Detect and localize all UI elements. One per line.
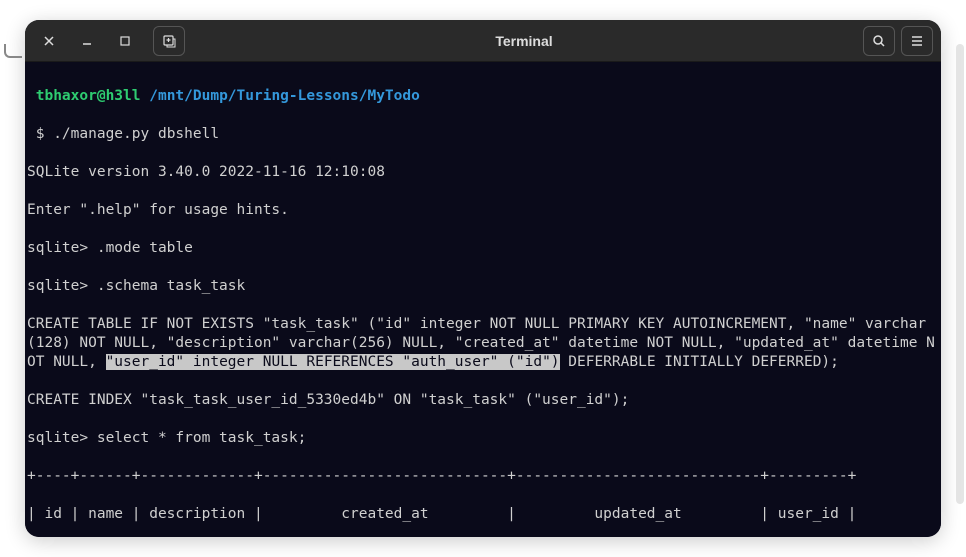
output-line: CREATE TABLE IF NOT EXISTS "task_task" (… — [27, 315, 939, 372]
output-line: sqlite> .schema task_task — [27, 277, 939, 296]
output-line: sqlite> .mode table — [27, 239, 939, 258]
terminal-window: Terminal tbhaxor@h3ll /mnt/Dump/Turing-L… — [25, 20, 941, 537]
output-line: SQLite version 3.40.0 2022-11-16 12:10:0… — [27, 163, 939, 182]
command-line: $ ./manage.py dbshell — [27, 125, 939, 144]
table-row: | id | name | description | created_at |… — [27, 505, 939, 524]
close-button[interactable] — [33, 26, 65, 56]
hamburger-icon — [909, 33, 925, 49]
table-row: +----+------+-------------+-------------… — [27, 467, 939, 486]
schema-text-post: DEFERRABLE INITIALLY DEFERRED); — [560, 354, 839, 370]
output-line: Enter ".help" for usage hints. — [27, 201, 939, 220]
search-icon — [871, 33, 887, 49]
window-title: Terminal — [191, 33, 857, 49]
prompt-symbol: $ — [27, 126, 53, 142]
menu-button[interactable] — [901, 26, 933, 56]
search-button[interactable] — [863, 26, 895, 56]
terminal-content[interactable]: tbhaxor@h3ll /mnt/Dump/Turing-Lessons/My… — [25, 62, 941, 537]
titlebar-right — [863, 26, 933, 56]
highlighted-text: "user_id" integer NULL REFERENCES "auth_… — [106, 354, 560, 370]
minimize-button[interactable] — [71, 26, 103, 56]
titlebar: Terminal — [25, 20, 941, 62]
prompt-user: tbhaxor@h3ll — [36, 88, 141, 104]
prompt-path: /mnt/Dump/Turing-Lessons/MyTodo — [149, 88, 420, 104]
prompt-line: tbhaxor@h3ll /mnt/Dump/Turing-Lessons/My… — [27, 87, 939, 106]
new-tab-icon — [161, 33, 177, 49]
output-line: sqlite> select * from task_task; — [27, 429, 939, 448]
output-line: CREATE INDEX "task_task_user_id_5330ed4b… — [27, 391, 939, 410]
maximize-button[interactable] — [109, 26, 141, 56]
maximize-icon — [117, 33, 133, 49]
close-icon — [41, 33, 57, 49]
minimize-icon — [79, 33, 95, 49]
new-tab-button[interactable] — [153, 26, 185, 56]
command-text: ./manage.py dbshell — [53, 126, 219, 142]
